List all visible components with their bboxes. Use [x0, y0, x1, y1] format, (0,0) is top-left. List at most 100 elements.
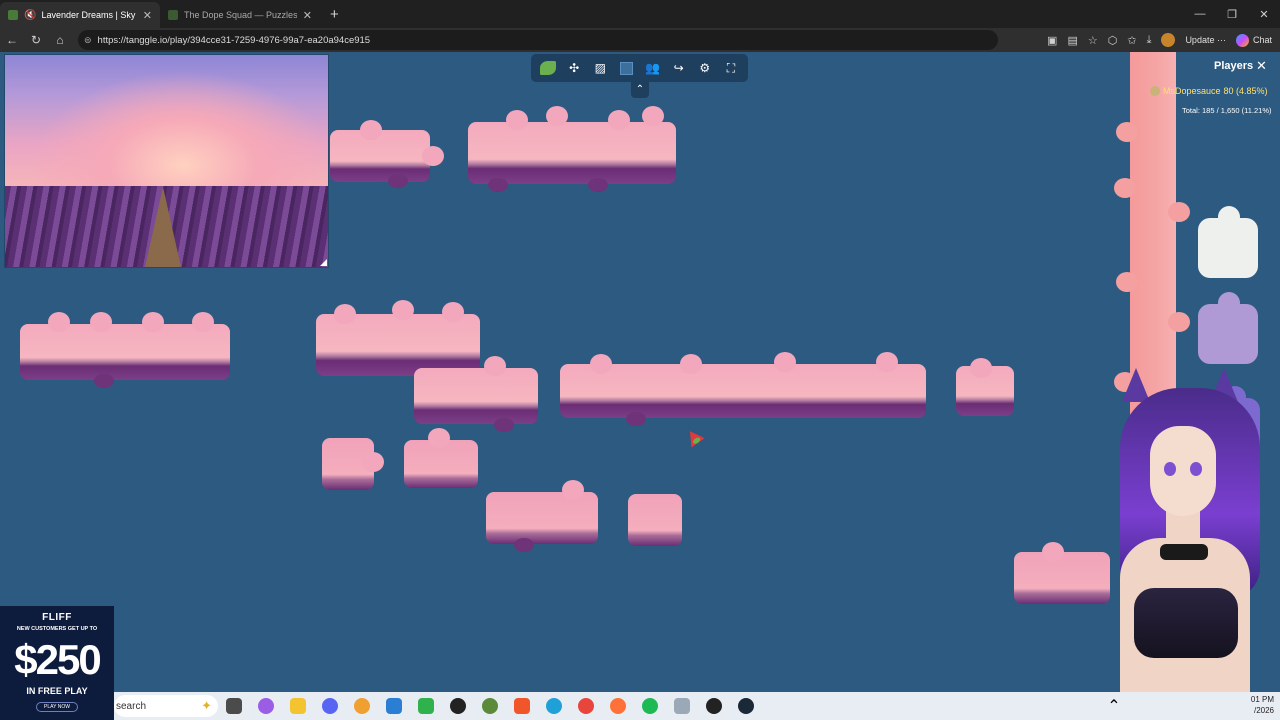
favorites-icon[interactable]: ✩ [1127, 34, 1136, 47]
ad-amount: $250 [14, 636, 101, 683]
piece-knob [392, 300, 414, 320]
maximize-button[interactable]: ❐ [1216, 0, 1248, 28]
resize-handle-icon[interactable] [320, 259, 327, 266]
puzzle-piece[interactable] [322, 438, 384, 490]
tray-caret-icon[interactable]: ⌃ [1098, 692, 1130, 720]
settings-icon[interactable]: ⚙ [695, 58, 715, 78]
reference-image-preview[interactable] [4, 54, 329, 268]
piece-knob [488, 178, 508, 192]
wow-app-icon[interactable] [442, 692, 474, 720]
players-icon[interactable]: 👥 [643, 58, 663, 78]
more-menu-icon[interactable]: ··· [1217, 35, 1226, 45]
downloads-icon[interactable]: ⤓ [1147, 34, 1152, 47]
update-button[interactable]: Update ··· [1185, 35, 1226, 45]
reading-view-icon[interactable]: ▤ [1067, 34, 1077, 47]
watermelon-cursor-icon [683, 426, 705, 448]
background-color-icon[interactable] [616, 58, 636, 78]
piece-knob [970, 358, 992, 378]
avatar-top [1134, 588, 1238, 658]
muted-speaker-icon[interactable]: 🔇 [24, 10, 36, 21]
piece-knob [388, 174, 408, 188]
loose-puzzle-piece[interactable] [1198, 292, 1258, 364]
preview-dirt-path [145, 187, 181, 267]
ad-cta-button[interactable]: PLAY NOW [36, 702, 78, 712]
minimize-button[interactable]: — [1184, 0, 1216, 28]
back-arrow-icon[interactable]: ← [0, 33, 24, 47]
taskbar-search-box[interactable]: search ✦ [114, 695, 218, 717]
split-screen-icon[interactable]: ▣ [1047, 34, 1057, 47]
reload-icon[interactable]: ↻ [24, 33, 48, 47]
piece-knob [1218, 206, 1240, 228]
leaf-logo-icon[interactable] [538, 58, 558, 78]
puzzle-board[interactable]: ✣ ▨ 👥 ↪ ⚙ ⛶ ⌃ Players ✕ MsDopesauce 80 (… [0, 52, 1280, 692]
collapse-toolbar-button[interactable]: ⌃ [631, 82, 649, 98]
steam-icon[interactable] [730, 692, 762, 720]
firefox-icon[interactable] [602, 692, 634, 720]
puzzle-cluster[interactable] [414, 356, 538, 432]
taskbar-clock[interactable]: 01 PM /2026 [1214, 694, 1274, 716]
ad-promo-text: NEW CUSTOMERS GET UP TO [16, 626, 98, 632]
chat-button[interactable]: Chat [1235, 33, 1272, 47]
piece-knob [546, 106, 568, 126]
brave-icon[interactable] [506, 692, 538, 720]
g-app-icon[interactable] [698, 692, 730, 720]
close-players-button[interactable]: ✕ [1256, 58, 1267, 74]
share-icon[interactable]: ↪ [669, 58, 689, 78]
puzzle-cluster[interactable] [330, 120, 444, 188]
fliff-ad-banner[interactable]: FLIFF NEW CUSTOMERS GET UP TO $250 IN FR… [0, 606, 114, 720]
tab-dope-squad[interactable]: The Dope Squad — Puzzles ✕ [160, 2, 320, 28]
loose-puzzle-piece[interactable] [1198, 206, 1258, 278]
h-app-icon[interactable] [410, 692, 442, 720]
new-tab-button[interactable]: + [330, 6, 339, 23]
mail-icon[interactable] [666, 692, 698, 720]
piece-knob [1042, 542, 1064, 562]
url-field[interactable]: ⊜ https://tanggle.io/play/394cce31-7259-… [78, 30, 998, 50]
puzzle-piece[interactable] [628, 494, 682, 546]
piece-knob [876, 352, 898, 372]
chat-label: Chat [1252, 35, 1272, 45]
piece-knob [142, 312, 164, 332]
edge-icon[interactable] [538, 692, 570, 720]
puzzle-cluster[interactable] [20, 312, 230, 388]
extensions-icon[interactable]: ⬡ [1108, 34, 1118, 47]
piece-knob [562, 480, 584, 500]
discord-icon[interactable] [314, 692, 346, 720]
puzzle-piece-icon[interactable]: ✣ [564, 58, 584, 78]
chrome-icon[interactable] [570, 692, 602, 720]
close-window-button[interactable]: ✕ [1248, 0, 1280, 28]
puzzle-piece[interactable] [404, 428, 478, 488]
puzzle-cluster[interactable] [1014, 542, 1110, 604]
image-icon[interactable]: ▨ [590, 58, 610, 78]
k-app-icon[interactable] [378, 692, 410, 720]
favorite-star-icon[interactable]: ☆ [1088, 34, 1098, 47]
sun-app-icon[interactable] [346, 692, 378, 720]
close-tab-icon[interactable]: ✕ [143, 9, 152, 22]
vtuber-avatar-overlay [1110, 368, 1280, 720]
cat-ear-left [1122, 368, 1150, 402]
puzzle-cluster[interactable] [316, 300, 480, 376]
piece-knob [362, 452, 384, 472]
home-icon[interactable]: ⌂ [48, 33, 72, 47]
copilot-app-icon[interactable] [250, 692, 282, 720]
puzzle-cluster[interactable] [468, 106, 676, 192]
tab-lavender-dreams[interactable]: 🔇 Lavender Dreams | Sky Jig ✕ [0, 2, 160, 28]
puzzle-cluster[interactable] [486, 480, 598, 552]
piece-knob [442, 302, 464, 322]
fullscreen-icon[interactable]: ⛶ [721, 58, 741, 78]
spotify-icon[interactable] [634, 692, 666, 720]
update-label: Update [1185, 35, 1215, 45]
puzzle-cluster[interactable] [560, 352, 926, 426]
puzzle-piece[interactable] [956, 358, 1014, 416]
profile-avatar[interactable] [1161, 33, 1176, 47]
piece-knob [514, 538, 534, 552]
file-explorer-icon[interactable] [282, 692, 314, 720]
players-title: Players [1214, 60, 1254, 72]
close-tab-icon[interactable]: ✕ [303, 9, 312, 22]
green-app-icon[interactable] [474, 692, 506, 720]
task-view-icon[interactable] [218, 692, 250, 720]
avatar-collar [1160, 544, 1208, 560]
piece-knob [1168, 312, 1190, 332]
site-info-icon[interactable]: ⊜ [84, 35, 92, 46]
piece-knob [590, 354, 612, 374]
piece-knob [360, 120, 382, 140]
